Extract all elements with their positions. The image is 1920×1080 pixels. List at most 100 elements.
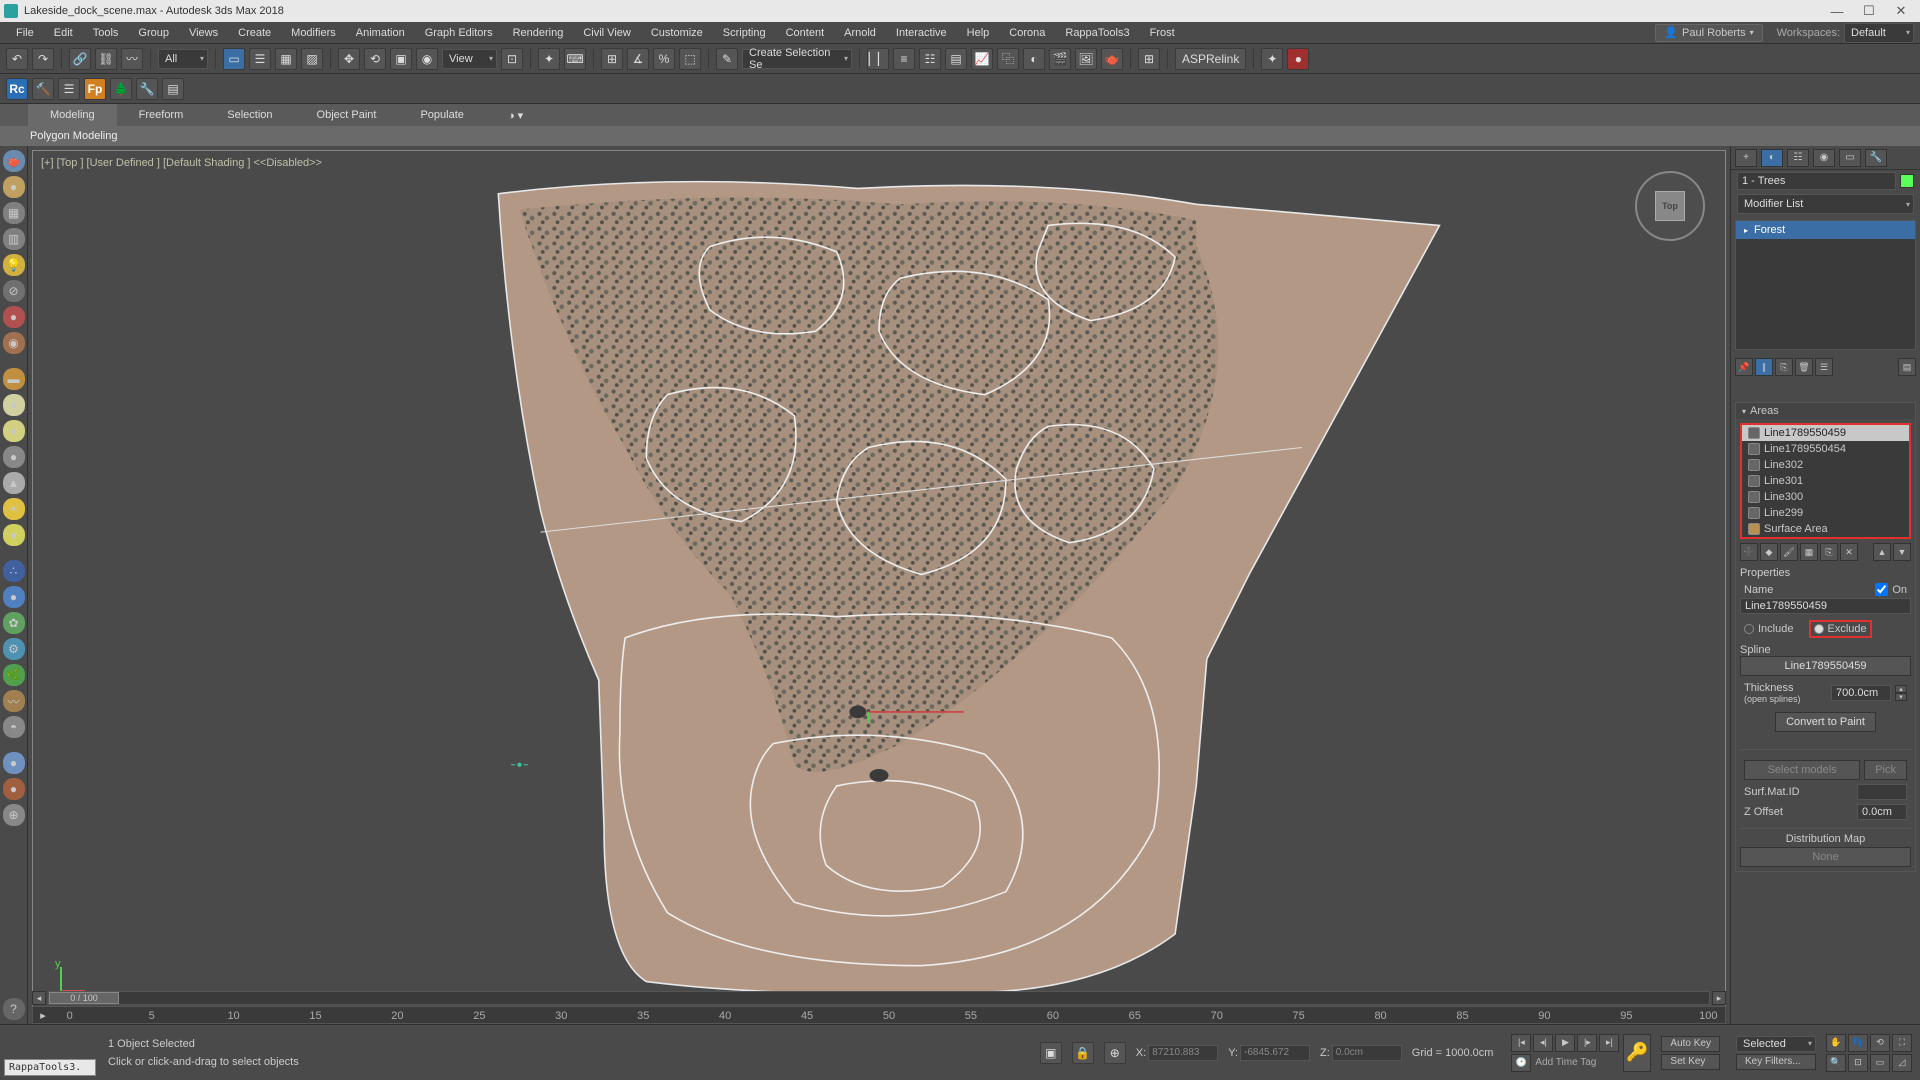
lt-light-icon[interactable]: 💡 [3,254,25,276]
axis-icon[interactable]: ✦ [1261,48,1283,70]
lt-sphere11-icon[interactable]: ● [3,778,25,800]
fp-button[interactable]: Fp [84,78,106,100]
remove-modifier-button[interactable]: 🗑 [1795,358,1813,376]
ribbon-tab-objectpaint[interactable]: Object Paint [295,104,399,126]
select-models-button[interactable]: Select models [1744,760,1860,780]
move-button[interactable]: ✥ [338,48,360,70]
abs-rel-button[interactable]: ⊕ [1104,1042,1126,1064]
lt-grass-icon[interactable]: 🌿 [3,664,25,686]
menu-animation[interactable]: Animation [346,22,415,43]
render-frame-button[interactable]: 🖼 [1075,48,1097,70]
render-button[interactable]: 🫖 [1101,48,1123,70]
show-end-result-button[interactable]: ∥ [1755,358,1773,376]
tree-icon[interactable]: 🌲 [110,78,132,100]
modifier-list-dropdown[interactable]: Modifier List [1737,194,1914,214]
redo-button[interactable]: ↷ [32,48,54,70]
make-unique-button[interactable]: ⎘ [1775,358,1793,376]
area-up-button[interactable]: ▲ [1873,543,1891,561]
play-button[interactable]: ▶ [1555,1034,1575,1052]
close-button[interactable]: ✕ [1886,2,1916,20]
curve-editor-button[interactable]: 📈 [971,48,993,70]
pivot-button[interactable]: ⊡ [501,48,523,70]
lt-sphere6-icon[interactable]: ● [3,446,25,468]
lt-branch-icon[interactable]: 〰 [3,690,25,712]
select-object-button[interactable]: ▭ [223,48,245,70]
area-item-1[interactable]: Line1789550454 [1742,441,1909,457]
user-account[interactable]: 👤Paul Roberts▾ [1655,24,1762,42]
area-add-object-button[interactable]: ◆ [1760,543,1778,561]
lt-sun-icon[interactable]: ☀ [3,498,25,520]
menu-edit[interactable]: Edit [44,22,83,43]
goto-end-button[interactable]: ▸| [1599,1034,1619,1052]
tab-display[interactable]: ▭ [1839,149,1861,167]
z-field[interactable] [1332,1045,1402,1061]
lt-settings-icon[interactable]: ⊕ [3,804,25,826]
walk-button[interactable]: 👣 [1848,1034,1868,1052]
lt-sphere3-icon[interactable]: ◉ [3,332,25,354]
orbit-button[interactable]: ⟲ [1870,1034,1890,1052]
menu-grapheditors[interactable]: Graph Editors [415,22,503,43]
zoffset-field[interactable] [1857,804,1907,820]
menu-rappatools[interactable]: RappaTools3 [1055,22,1139,43]
render-setup-button[interactable]: 🎬 [1049,48,1071,70]
include-radio[interactable] [1744,624,1754,634]
time-next-button[interactable]: ▸ [1712,991,1726,1005]
schematic-button[interactable]: ⿻ [997,48,1019,70]
menu-scripting[interactable]: Scripting [713,22,776,43]
area-item-6[interactable]: Surface Area [1742,521,1909,537]
time-slider-thumb[interactable]: 0 / 100 [49,992,119,1004]
thickness-field[interactable] [1831,685,1891,701]
autokey-button[interactable]: Auto Key [1661,1036,1720,1052]
object-name-field[interactable] [1737,172,1896,190]
area-clone-button[interactable]: ⎘ [1820,543,1838,561]
lt-sphere4-icon[interactable]: ● [3,394,25,416]
add-time-tag[interactable]: Add Time Tag [1535,1057,1596,1068]
selection-filter[interactable]: All [158,49,208,69]
lt-help-icon[interactable]: ? [3,998,25,1020]
menu-create[interactable]: Create [228,22,281,43]
lt-sphere2-icon[interactable]: ● [3,306,25,328]
list-icon[interactable]: ☰ [58,78,80,100]
ribbon-sub-label[interactable]: Polygon Modeling [30,130,117,142]
exclude-radio[interactable] [1814,624,1824,634]
area-name-field[interactable] [1740,598,1911,614]
viewport[interactable]: [+] [Top ] [User Defined ] [Default Shad… [32,150,1726,1020]
setkey-button[interactable]: Set Key [1661,1054,1720,1070]
convert-to-paint-button[interactable]: Convert to Paint [1775,712,1876,732]
menu-civilview[interactable]: Civil View [573,22,640,43]
lt-sphere8-icon[interactable]: ● [3,586,25,608]
zoom-button[interactable]: 🔍 [1826,1054,1846,1072]
sheet-icon[interactable]: ▤ [162,78,184,100]
timeconfig-button[interactable]: 🕑 [1511,1054,1531,1072]
key-mode-dropdown[interactable]: Selected [1736,1036,1816,1052]
isolate-button[interactable]: ▣ [1040,1042,1062,1064]
percent-snap-button[interactable]: % [653,48,675,70]
workspace-select[interactable]: Default [1844,23,1914,43]
distmap-none-button[interactable]: None [1740,847,1911,867]
time-prev-button[interactable]: ◂ [32,991,46,1005]
track-toggle-icon[interactable]: ▸ [33,1009,53,1022]
thickness-spinner-down[interactable]: ▾ [1895,693,1907,701]
fov-button[interactable]: ◿ [1892,1054,1912,1072]
snap-button[interactable]: ⊞ [601,48,623,70]
lt-sphere7-icon[interactable]: ● [3,524,25,546]
area-delete-button[interactable]: ✕ [1840,543,1858,561]
maximize-button[interactable]: ☐ [1854,2,1884,20]
y-field[interactable] [1240,1045,1310,1061]
angle-snap-button[interactable]: ∡ [627,48,649,70]
link-button[interactable]: 🔗 [69,48,91,70]
area-item-0[interactable]: Line1789550459 [1742,425,1909,441]
ribbon-tab-freeform[interactable]: Freeform [117,104,206,126]
zoom-all-button[interactable]: ⊡ [1848,1054,1868,1072]
area-down-button[interactable]: ▼ [1893,543,1911,561]
lt-cone-icon[interactable]: ▲ [3,472,25,494]
viewcube[interactable]: Top [1635,171,1705,241]
area-add-paint-button[interactable]: 🖌 [1780,543,1798,561]
select-rect-button[interactable]: ▦ [275,48,297,70]
bind-button[interactable]: 〰 [121,48,143,70]
maxview-button[interactable]: ⛶ [1892,1034,1912,1052]
rotate-button[interactable]: ⟲ [364,48,386,70]
lt-gear-icon[interactable]: ⚙ [3,638,25,660]
lt-scatter1-icon[interactable]: ∴ [3,560,25,582]
menu-group[interactable]: Group [128,22,179,43]
